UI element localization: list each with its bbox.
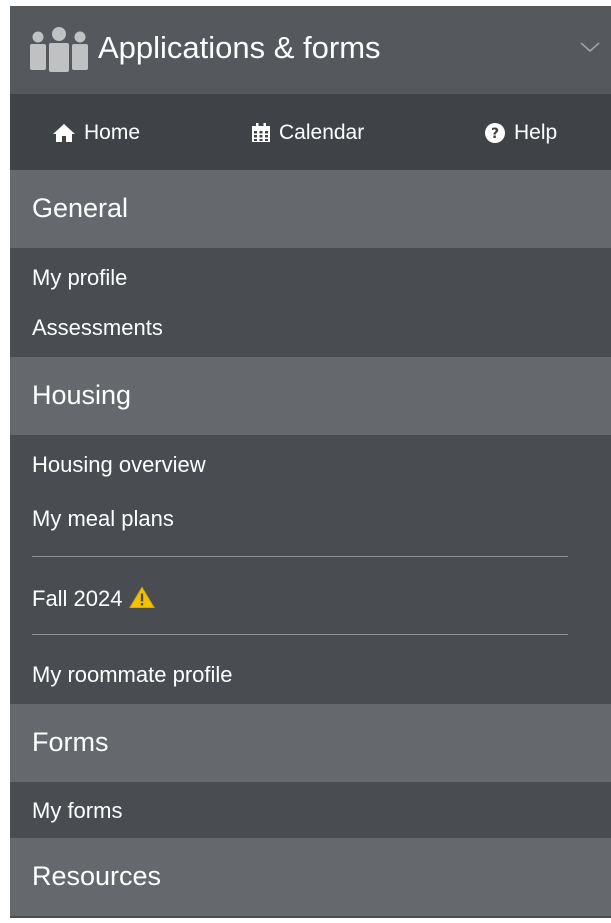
menu-item-my-roommate-profile[interactable]: My roommate profile (32, 660, 233, 690)
quick-nav-home-label: Home (84, 121, 141, 144)
menu-title: Applications & forms (98, 30, 381, 65)
home-icon (53, 124, 75, 142)
menu-item-assessments[interactable]: Assessments (32, 313, 163, 343)
menu-item-fall-2024[interactable]: Fall 2024 (32, 584, 155, 614)
divider (32, 556, 568, 557)
section-header-forms[interactable]: Forms (10, 704, 611, 782)
side-menu: Applications & forms Home Calendar ? Hel… (10, 6, 611, 918)
people-group-icon (30, 27, 88, 72)
section-title-general: General (32, 193, 129, 223)
menu-item-fall-2024-label: Fall 2024 (32, 586, 123, 611)
warning-icon (128, 586, 155, 608)
section-header-general[interactable]: General (10, 170, 611, 248)
svg-text:?: ? (491, 126, 499, 142)
quick-nav-calendar-label: Calendar (279, 121, 365, 144)
chevron-down-icon[interactable] (579, 40, 601, 54)
quick-nav-help[interactable]: ? Help (484, 118, 557, 148)
quick-nav-help-label: Help (514, 121, 558, 144)
section-header-resources[interactable]: Resources (10, 838, 611, 916)
menu-header[interactable]: Applications & forms (10, 6, 611, 94)
divider (32, 634, 568, 635)
menu-item-housing-overview[interactable]: Housing overview (32, 450, 206, 480)
section-title-housing: Housing (32, 380, 132, 410)
calendar-icon (252, 123, 270, 142)
quick-nav-calendar[interactable]: Calendar (251, 118, 364, 148)
quick-nav-home[interactable]: Home (52, 118, 140, 148)
quick-nav: Home Calendar ? Help (10, 94, 611, 170)
question-circle-icon: ? (485, 123, 505, 143)
section-header-housing[interactable]: Housing (10, 357, 611, 435)
menu-item-my-forms[interactable]: My forms (32, 796, 122, 826)
section-title-forms: Forms (32, 727, 109, 757)
section-title-resources: Resources (32, 861, 162, 891)
menu-item-my-profile[interactable]: My profile (32, 263, 127, 293)
menu-item-my-meal-plans[interactable]: My meal plans (32, 504, 174, 534)
